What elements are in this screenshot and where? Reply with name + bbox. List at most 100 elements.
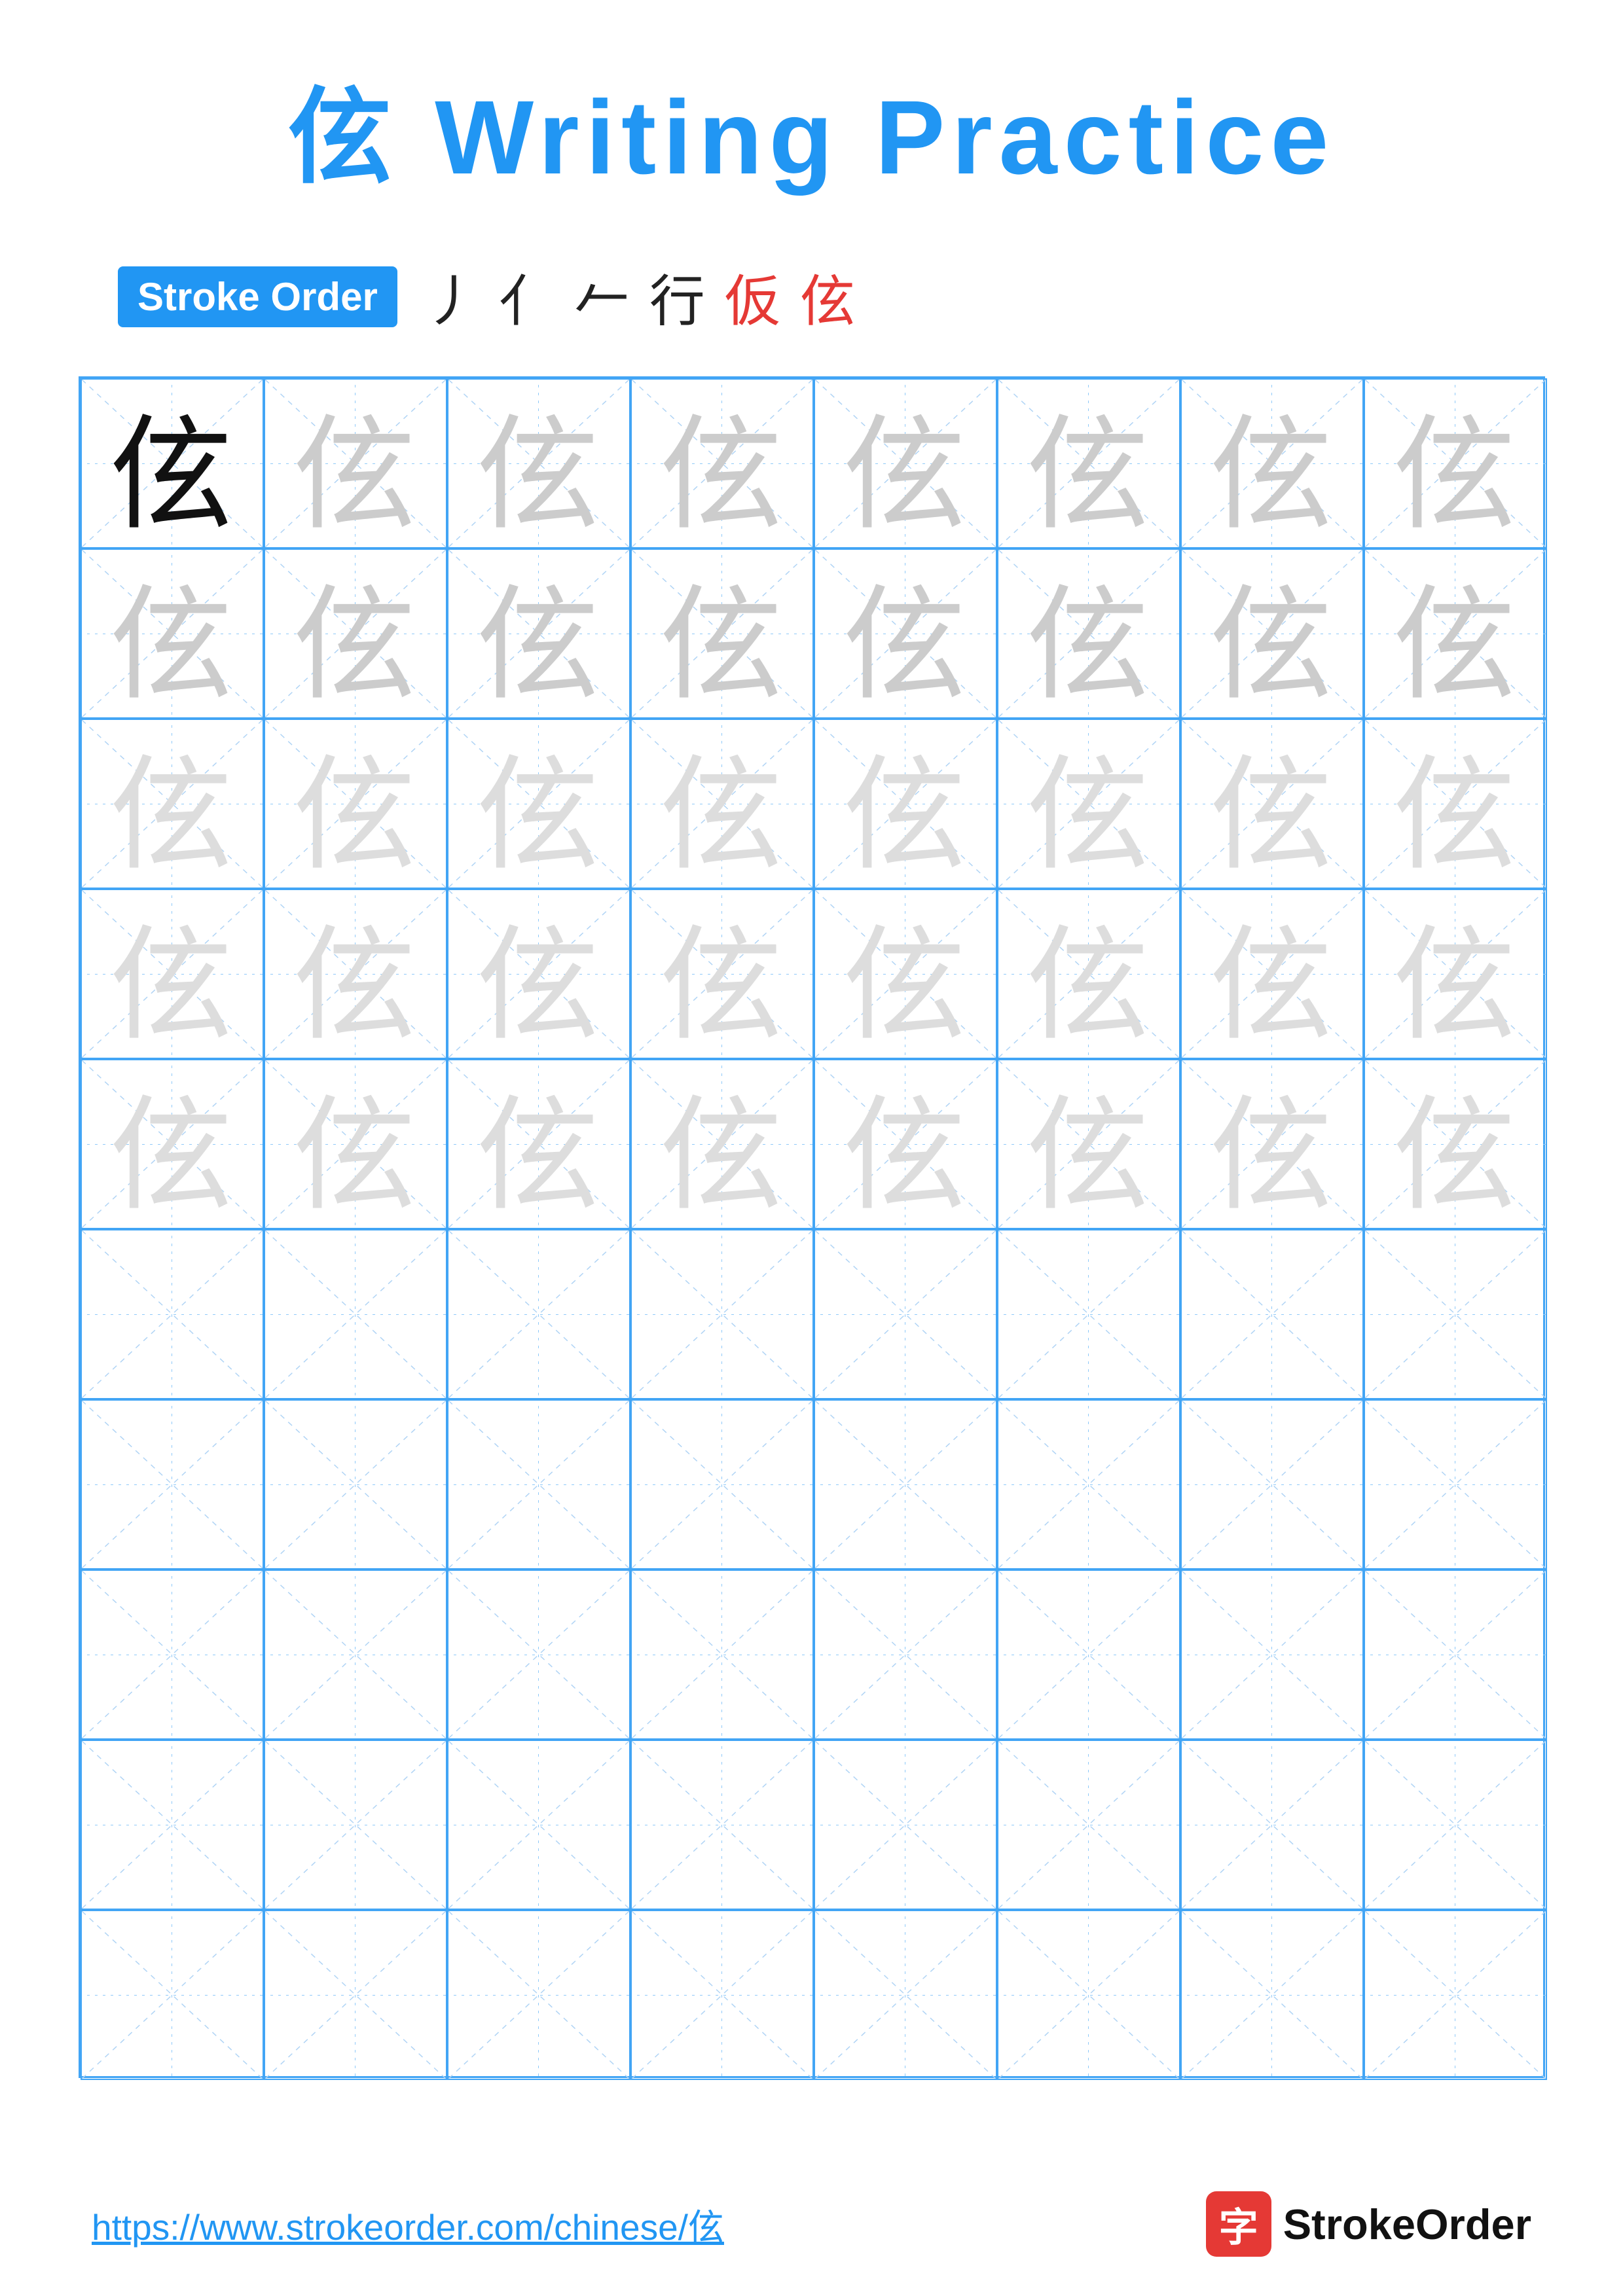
grid-cell-9-7[interactable] xyxy=(1180,1740,1364,1910)
stroke-sequence: 丿 亻 𠂉 行 仮 伭 xyxy=(424,257,856,337)
grid-cell-7-7[interactable] xyxy=(1180,1399,1364,1570)
grid-cell-4-3[interactable]: 伭 xyxy=(447,889,630,1059)
stroke-3: 𠂉 xyxy=(574,257,630,337)
grid-cell-1-7[interactable]: 伭 xyxy=(1180,378,1364,548)
grid-cell-7-2[interactable] xyxy=(264,1399,447,1570)
grid-cell-6-1[interactable] xyxy=(81,1229,264,1399)
grid-cell-8-3[interactable] xyxy=(447,1570,630,1740)
grid-cell-8-5[interactable] xyxy=(814,1570,997,1740)
grid-cell-10-5[interactable] xyxy=(814,1910,997,2080)
char-faint: 伭 xyxy=(843,374,967,554)
grid-cell-2-8[interactable]: 伭 xyxy=(1364,548,1547,719)
footer-url[interactable]: https://www.strokeorder.com/chinese/伭 xyxy=(92,2198,724,2250)
char-faint: 伭 xyxy=(293,544,417,724)
char-very-faint: 伭 xyxy=(659,884,784,1064)
stroke-order-row: Stroke Order 丿 亻 𠂉 行 仮 伭 xyxy=(118,257,856,337)
grid-cell-2-4[interactable]: 伭 xyxy=(630,548,814,719)
grid-cell-4-6[interactable]: 伭 xyxy=(997,889,1180,1059)
grid-cell-4-4[interactable]: 伭 xyxy=(630,889,814,1059)
grid-cell-5-3[interactable]: 伭 xyxy=(447,1059,630,1229)
char-very-faint: 伭 xyxy=(1209,1054,1334,1234)
grid-cell-3-6[interactable]: 伭 xyxy=(997,719,1180,889)
grid-cell-2-3[interactable]: 伭 xyxy=(447,548,630,719)
grid-cell-9-1[interactable] xyxy=(81,1740,264,1910)
grid-cell-7-3[interactable] xyxy=(447,1399,630,1570)
grid-cell-10-2[interactable] xyxy=(264,1910,447,2080)
grid-cell-7-8[interactable] xyxy=(1364,1399,1547,1570)
grid-cell-7-1[interactable] xyxy=(81,1399,264,1570)
grid-cell-6-3[interactable] xyxy=(447,1229,630,1399)
char-very-faint: 伭 xyxy=(476,1054,600,1234)
grid-cell-4-8[interactable]: 伭 xyxy=(1364,889,1547,1059)
practice-grid[interactable]: 伭 伭 伭 伭 伭 伭 伭 伭 伭 伭 伭 伭 伭 伭 伭 伭 伭 伭 伭 伭 … xyxy=(79,376,1545,2078)
char-very-faint: 伭 xyxy=(1393,714,1517,894)
grid-cell-10-7[interactable] xyxy=(1180,1910,1364,2080)
grid-cell-3-8[interactable]: 伭 xyxy=(1364,719,1547,889)
grid-cell-2-7[interactable]: 伭 xyxy=(1180,548,1364,719)
grid-cell-5-5[interactable]: 伭 xyxy=(814,1059,997,1229)
stroke-5: 仮 xyxy=(725,257,780,337)
grid-cell-10-6[interactable] xyxy=(997,1910,1180,2080)
grid-cell-1-5[interactable]: 伭 xyxy=(814,378,997,548)
grid-cell-9-2[interactable] xyxy=(264,1740,447,1910)
grid-cell-3-3[interactable]: 伭 xyxy=(447,719,630,889)
grid-cell-10-8[interactable] xyxy=(1364,1910,1547,2080)
grid-cell-1-2[interactable]: 伭 xyxy=(264,378,447,548)
char-very-faint: 伭 xyxy=(476,714,600,894)
grid-cell-8-8[interactable] xyxy=(1364,1570,1547,1740)
grid-cell-8-1[interactable] xyxy=(81,1570,264,1740)
grid-cell-1-6[interactable]: 伭 xyxy=(997,378,1180,548)
grid-cell-5-1[interactable]: 伭 xyxy=(81,1059,264,1229)
grid-cell-5-2[interactable]: 伭 xyxy=(264,1059,447,1229)
grid-cell-9-6[interactable] xyxy=(997,1740,1180,1910)
grid-cell-8-4[interactable] xyxy=(630,1570,814,1740)
char-faint: 伭 xyxy=(1026,544,1150,724)
grid-cell-10-1[interactable] xyxy=(81,1910,264,2080)
grid-cell-4-2[interactable]: 伭 xyxy=(264,889,447,1059)
grid-cell-4-1[interactable]: 伭 xyxy=(81,889,264,1059)
grid-cell-5-7[interactable]: 伭 xyxy=(1180,1059,1364,1229)
grid-cell-6-6[interactable] xyxy=(997,1229,1180,1399)
stroke-6: 伭 xyxy=(800,257,856,337)
grid-cell-9-8[interactable] xyxy=(1364,1740,1547,1910)
stroke-2: 亻 xyxy=(499,257,555,337)
grid-cell-6-2[interactable] xyxy=(264,1229,447,1399)
grid-cell-2-2[interactable]: 伭 xyxy=(264,548,447,719)
grid-cell-9-3[interactable] xyxy=(447,1740,630,1910)
grid-cell-2-5[interactable]: 伭 xyxy=(814,548,997,719)
grid-cell-6-5[interactable] xyxy=(814,1229,997,1399)
grid-cell-9-4[interactable] xyxy=(630,1740,814,1910)
grid-cell-8-6[interactable] xyxy=(997,1570,1180,1740)
grid-cell-4-7[interactable]: 伭 xyxy=(1180,889,1364,1059)
grid-cell-1-1[interactable]: 伭 xyxy=(81,378,264,548)
grid-cell-3-5[interactable]: 伭 xyxy=(814,719,997,889)
grid-cell-8-7[interactable] xyxy=(1180,1570,1364,1740)
grid-cell-1-8[interactable]: 伭 xyxy=(1364,378,1547,548)
grid-cell-8-2[interactable] xyxy=(264,1570,447,1740)
grid-cell-4-5[interactable]: 伭 xyxy=(814,889,997,1059)
grid-cell-10-3[interactable] xyxy=(447,1910,630,2080)
char-very-faint: 伭 xyxy=(1393,884,1517,1064)
grid-cell-3-4[interactable]: 伭 xyxy=(630,719,814,889)
grid-cell-7-5[interactable] xyxy=(814,1399,997,1570)
grid-cell-6-4[interactable] xyxy=(630,1229,814,1399)
grid-cell-3-2[interactable]: 伭 xyxy=(264,719,447,889)
grid-cell-5-8[interactable]: 伭 xyxy=(1364,1059,1547,1229)
grid-cell-7-4[interactable] xyxy=(630,1399,814,1570)
grid-cell-3-7[interactable]: 伭 xyxy=(1180,719,1364,889)
grid-cell-5-6[interactable]: 伭 xyxy=(997,1059,1180,1229)
char-very-faint: 伭 xyxy=(843,714,967,894)
grid-cell-9-5[interactable] xyxy=(814,1740,997,1910)
grid-cell-2-6[interactable]: 伭 xyxy=(997,548,1180,719)
grid-cell-1-3[interactable]: 伭 xyxy=(447,378,630,548)
grid-cell-6-8[interactable] xyxy=(1364,1229,1547,1399)
grid-cell-3-1[interactable]: 伭 xyxy=(81,719,264,889)
grid-cell-7-6[interactable] xyxy=(997,1399,1180,1570)
grid-cell-10-4[interactable] xyxy=(630,1910,814,2080)
grid-cell-6-7[interactable] xyxy=(1180,1229,1364,1399)
grid-cell-2-1[interactable]: 伭 xyxy=(81,548,264,719)
char-faint: 伭 xyxy=(1026,374,1150,554)
char-very-faint: 伭 xyxy=(293,714,417,894)
grid-cell-5-4[interactable]: 伭 xyxy=(630,1059,814,1229)
grid-cell-1-4[interactable]: 伭 xyxy=(630,378,814,548)
